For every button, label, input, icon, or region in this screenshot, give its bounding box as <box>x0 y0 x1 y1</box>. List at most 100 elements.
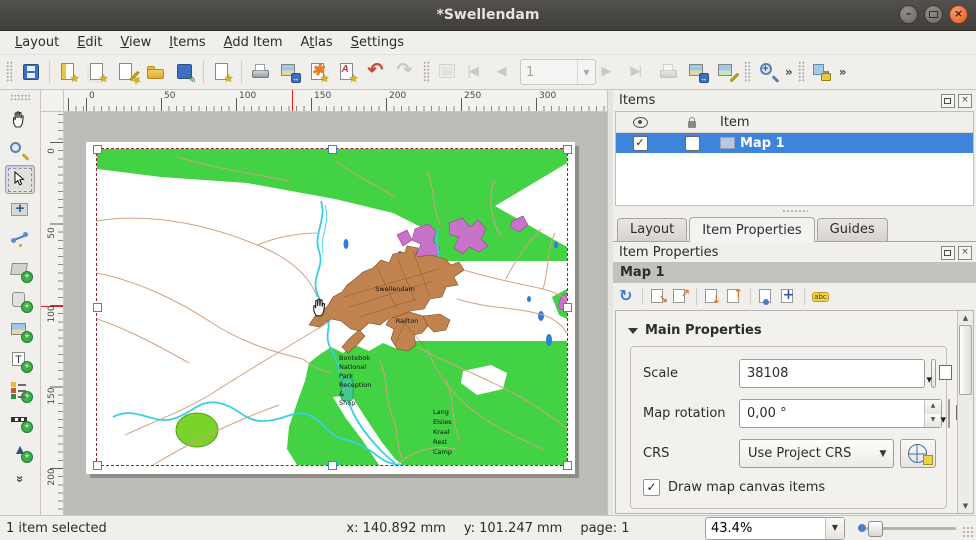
add-legend-tool-button[interactable]: + <box>5 375 35 404</box>
selection-handle[interactable] <box>93 145 102 154</box>
new-layout-button[interactable] <box>54 58 83 87</box>
zoom-slider[interactable] <box>856 518 956 538</box>
items-panel-float-icon[interactable] <box>941 94 955 108</box>
add-north-arrow-tool-button[interactable]: + <box>5 435 35 464</box>
rotation-input[interactable] <box>740 406 924 421</box>
close-button[interactable]: × <box>949 5 968 24</box>
lock-checkbox[interactable] <box>685 136 700 151</box>
items-list-empty[interactable] <box>616 153 973 205</box>
toolbar-handle[interactable] <box>423 61 430 83</box>
atlas-first-button[interactable]: |◀ <box>462 58 491 87</box>
section-main-properties[interactable]: Main Properties <box>628 323 953 338</box>
item-properties-close-icon[interactable]: × <box>958 246 972 260</box>
set-extent-from-canvas-icon[interactable] <box>649 287 668 306</box>
duplicate-layout-button[interactable] <box>83 58 112 87</box>
export-svg-button[interactable]: ✱ <box>304 58 333 87</box>
add-picture-tool-button[interactable]: + <box>5 315 35 344</box>
toolbar-handle[interactable] <box>798 61 805 83</box>
item-properties-float-icon[interactable] <box>941 246 955 260</box>
items-row-map1[interactable]: ✓ Map 1 <box>616 133 973 153</box>
menu-atlas[interactable]: Atlas <box>292 33 342 52</box>
map-item[interactable]: Swellendam Railton Bontebok National Par… <box>97 149 567 465</box>
save-project-button[interactable] <box>16 58 45 87</box>
zoom-input[interactable] <box>706 521 825 536</box>
scroll-down-icon[interactable]: ▼ <box>958 499 973 513</box>
rotation-spinner[interactable]: ▲▼ <box>924 400 941 427</box>
atlas-prev-button[interactable]: ◀ <box>491 58 520 87</box>
scale-data-defined-button[interactable] <box>931 359 936 388</box>
selection-handle[interactable] <box>328 461 337 470</box>
crs-select-button[interactable] <box>900 439 936 468</box>
atlas-next-button[interactable]: ▶ <box>596 58 625 87</box>
add-label-tool-button[interactable]: + <box>5 345 35 374</box>
crs-combo[interactable]: Use Project CRS ▼ <box>739 439 894 468</box>
scroll-thumb[interactable] <box>959 325 972 395</box>
zoom-combo[interactable]: ▼ <box>705 517 845 540</box>
export-image-button[interactable] <box>275 58 304 87</box>
rotation-data-defined-button[interactable] <box>948 399 950 428</box>
atlas-page-input[interactable] <box>521 65 577 80</box>
zoom-in-button[interactable] <box>754 58 783 87</box>
undo-button[interactable]: ↶ <box>362 58 391 87</box>
add-from-template-button[interactable] <box>208 58 237 87</box>
toolbar-handle[interactable] <box>744 61 751 83</box>
layout-manager-button[interactable] <box>112 58 141 87</box>
move-item-content-tool-button[interactable] <box>5 195 35 224</box>
toolbar-overflow-button[interactable]: » <box>837 65 849 79</box>
lock-items-button[interactable] <box>808 58 837 87</box>
menu-items[interactable]: Items <box>160 33 214 52</box>
draw-canvas-items-checkbox[interactable]: ✓ <box>643 479 660 496</box>
export-atlas-button[interactable] <box>683 58 712 87</box>
selection-handle[interactable] <box>563 303 572 312</box>
menu-layout[interactable]: Layout <box>6 33 68 52</box>
selection-handle[interactable] <box>563 145 572 154</box>
zoom-slider-handle[interactable] <box>868 521 883 537</box>
view-extent-in-canvas-icon[interactable] <box>671 287 690 306</box>
menu-view[interactable]: View <box>111 33 160 52</box>
select-move-item-tool-button[interactable] <box>5 165 35 194</box>
scroll-up-icon[interactable]: ▲ <box>958 311 973 325</box>
selection-handle[interactable] <box>328 145 337 154</box>
add-scalebar-tool-button[interactable]: + <box>5 405 35 434</box>
print-button[interactable] <box>246 58 275 87</box>
menu-settings[interactable]: Settings <box>342 33 413 52</box>
set-canvas-scale-icon[interactable] <box>725 287 744 306</box>
tab-guides[interactable]: Guides <box>817 218 888 241</box>
selection-handle[interactable] <box>93 303 102 312</box>
atlas-preview-button[interactable] <box>433 58 462 87</box>
toolbar-overflow-button[interactable]: » <box>783 65 795 79</box>
atlas-last-button[interactable]: ▶| <box>625 58 654 87</box>
menu-add-item[interactable]: Add Item <box>215 33 292 52</box>
items-panel-close-icon[interactable]: × <box>958 94 972 108</box>
properties-scrollbar[interactable]: ▲ ▼ <box>957 311 973 513</box>
load-template-button[interactable] <box>141 58 170 87</box>
redo-button[interactable]: ↷ <box>391 58 420 87</box>
set-scale-from-canvas-icon[interactable] <box>703 287 722 306</box>
panel-splitter[interactable] <box>613 206 976 215</box>
edit-extent-icon[interactable] <box>757 287 776 306</box>
selection-handle[interactable] <box>93 461 102 470</box>
move-content-icon[interactable] <box>779 287 798 306</box>
print-atlas-button[interactable] <box>654 58 683 87</box>
layout-canvas[interactable]: Swellendam Railton Bontebok National Par… <box>64 112 607 515</box>
atlas-settings-button[interactable] <box>712 58 741 87</box>
labeling-settings-icon[interactable] <box>811 287 830 306</box>
save-as-template-button[interactable] <box>170 58 199 87</box>
refresh-icon[interactable] <box>617 287 636 306</box>
atlas-page-combo[interactable]: ▼ <box>520 59 596 85</box>
zoom-dropdown-icon[interactable]: ▼ <box>825 518 844 539</box>
toolbox-handle[interactable] <box>10 94 30 101</box>
visibility-checkbox[interactable]: ✓ <box>633 136 648 151</box>
selection-handle[interactable] <box>563 461 572 470</box>
export-pdf-button[interactable]: A <box>333 58 362 87</box>
zoom-tool-button[interactable] <box>5 135 35 164</box>
more-tools-tool-button[interactable] <box>5 465 35 494</box>
scale-input[interactable] <box>740 366 924 381</box>
toolbar-handle[interactable] <box>6 61 13 83</box>
pan-tool-button[interactable] <box>5 105 35 134</box>
add-shape-tool-button[interactable]: + <box>5 285 35 314</box>
add-map-tool-button[interactable]: + <box>5 255 35 284</box>
maximize-button[interactable] <box>924 5 943 24</box>
tab-item-properties[interactable]: Item Properties <box>689 217 814 242</box>
menu-edit[interactable]: Edit <box>68 33 111 52</box>
